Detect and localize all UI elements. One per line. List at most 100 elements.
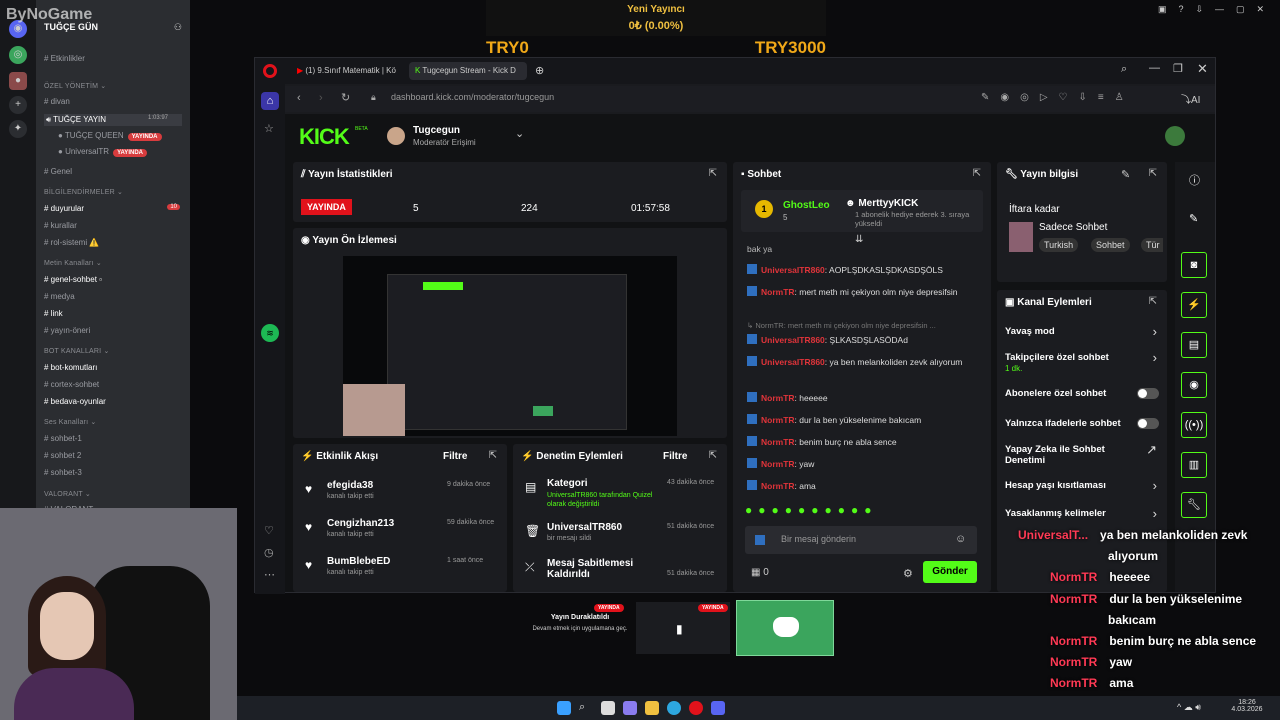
forward-icon[interactable]: ›	[319, 92, 323, 104]
discord-taskbar-icon[interactable]	[711, 701, 725, 715]
bolt-button-icon[interactable]: ⚡	[1181, 292, 1207, 318]
reload-icon[interactable]: ↻	[341, 91, 350, 104]
add-member-icon[interactable]: ⚇	[174, 22, 182, 33]
channel-item[interactable]: # Etkinlikler	[44, 54, 85, 63]
category-header[interactable]: BOT KANALLARI ⌄	[44, 347, 110, 355]
heart-icon[interactable]: ♡	[264, 524, 274, 537]
popout-icon[interactable]: ⇱	[973, 168, 981, 179]
home-icon[interactable]: ⌂	[261, 92, 279, 110]
chevron-right-icon[interactable]: ›	[1153, 350, 1157, 365]
chevron-right-icon[interactable]: ›	[1153, 478, 1157, 493]
chrome-icon[interactable]	[689, 701, 703, 715]
chat-username[interactable]: UniversalTR860	[761, 357, 825, 367]
action-label[interactable]: Yavaş mod	[1005, 326, 1135, 337]
channel-item[interactable]: # duyurular	[44, 204, 84, 213]
moderation-filter[interactable]: Filtre	[663, 451, 687, 462]
popout-icon[interactable]: ⇱	[489, 450, 497, 461]
tab-kick[interactable]: K Tugcegun Stream - Kick D	[409, 62, 527, 80]
action-label[interactable]: Yalnızca ifadelerle sohbet	[1005, 418, 1135, 429]
channel-item[interactable]: 🔊︎ TUĞÇE YAYIN 1:03:97	[44, 114, 182, 126]
minimize-icon[interactable]: —	[1149, 62, 1160, 74]
add-server-icon[interactable]: +	[9, 96, 27, 114]
channel-item[interactable]: # rol-sistemi ⚠️	[44, 238, 99, 247]
voice-user[interactable]: ● TUĞÇE QUEEN YAYINDA	[58, 131, 162, 141]
toggle-switch[interactable]	[1137, 388, 1159, 399]
windows-start-icon[interactable]	[557, 701, 571, 715]
channel-item[interactable]: # divan	[44, 97, 70, 106]
pencil-icon[interactable]: ✎	[1189, 212, 1198, 225]
channel-item[interactable]: # yayın-öneri	[44, 326, 90, 335]
external-link-icon[interactable]: ↗	[1146, 442, 1157, 458]
channel-item[interactable]: # sohbet-3	[44, 468, 82, 477]
settings-icon[interactable]: ⚙	[903, 567, 913, 580]
channel-item[interactable]: # cortex-sohbet	[44, 380, 99, 389]
chat-input[interactable]: Bir mesaj gönderin ☺	[745, 526, 977, 554]
back-icon[interactable]: ‹	[297, 92, 301, 104]
more-icon[interactable]: ⋯	[264, 568, 275, 581]
toggle-switch[interactable]	[1137, 418, 1159, 429]
star-icon[interactable]: ☆	[264, 122, 274, 135]
action-label[interactable]: Takipçilere özel sohbet 1 dk.	[1005, 352, 1135, 374]
activity-filter[interactable]: Filtre	[443, 451, 467, 462]
send-button[interactable]: Gönder	[923, 561, 977, 583]
url-field[interactable]: dashboard.kick.com/moderator/tugcegun	[391, 92, 991, 106]
action-label[interactable]: Hesap yaşı kısıtlaması	[1005, 480, 1135, 491]
discover-icon[interactable]: ✦	[9, 120, 27, 138]
channel-item[interactable]: # Genel	[44, 167, 72, 176]
action-label[interactable]: Yapay Zeka ile Sohbet Denetimi	[1005, 444, 1135, 466]
action-label[interactable]: Abonelere özel sohbet	[1005, 388, 1135, 399]
channel-item[interactable]: # kurallar	[44, 221, 77, 230]
chat-username[interactable]: UniversalTR860	[761, 265, 825, 275]
spotify-icon[interactable]: ≋	[261, 324, 279, 342]
broadcast-button-icon[interactable]: ((•))	[1181, 412, 1207, 438]
close-icon[interactable]: ✕	[1197, 61, 1208, 77]
server-avatar-icon[interactable]: ●	[9, 72, 27, 90]
tray-icons[interactable]: ^ ☁ 🔊︎	[1177, 702, 1201, 713]
kick-logo[interactable]: KICK	[299, 124, 350, 150]
category-header[interactable]: Ses Kanalları ⌄	[44, 418, 96, 426]
clock[interactable]: 18:26 4.03.2026	[1227, 699, 1267, 713]
user-avatar[interactable]	[1165, 126, 1185, 146]
channel-item[interactable]: # bot-komutları	[44, 363, 97, 372]
chevron-down-icon[interactable]: ⌄	[515, 127, 524, 140]
chevron-right-icon[interactable]: ›	[1153, 324, 1157, 339]
ai-button[interactable]: ⤵AI	[1181, 91, 1200, 106]
chat-button-icon[interactable]: ◉	[1181, 372, 1207, 398]
info-icon[interactable]: ⓘ	[1189, 172, 1200, 188]
pinned-user[interactable]: GhostLeo	[783, 200, 830, 211]
voice-user[interactable]: ● UniversalTR YAYINDA	[58, 147, 147, 157]
emote-bar[interactable]: ●●●●●●●●●●	[745, 503, 981, 519]
opera-logo-icon[interactable]	[263, 64, 277, 78]
channel-item[interactable]: # medya	[44, 292, 75, 301]
task-view-icon[interactable]	[601, 701, 615, 715]
emoji-icon[interactable]: ☺	[955, 533, 966, 545]
camera-button-icon[interactable]: ◙	[1181, 252, 1207, 278]
popout-icon[interactable]: ⇱	[709, 168, 717, 179]
tab-math[interactable]: ▶ (1) 9.Sınıf Matematik | Kö	[291, 62, 405, 80]
channel-item[interactable]: # sohbet 2	[44, 451, 81, 460]
chat-username[interactable]: NormTR	[761, 481, 795, 491]
edge-icon[interactable]	[667, 701, 681, 715]
channel-name[interactable]: Tugcegun	[413, 125, 460, 136]
action-label[interactable]: Yasaklanmış kelimeler	[1005, 508, 1135, 519]
note-button-icon[interactable]: ▤	[1181, 332, 1207, 358]
layout-button-icon[interactable]: ▥	[1181, 452, 1207, 478]
edit-icon[interactable]: ✎	[1121, 168, 1130, 181]
category-header[interactable]: BİLGİLENDİRMELER ⌄	[44, 188, 123, 196]
category-header[interactable]: ÖZEL YÖNETİM ⌄	[44, 82, 106, 90]
taskbar-search-icon[interactable]: ⌕	[579, 701, 593, 715]
chat-username[interactable]: NormTR	[761, 459, 795, 469]
chevron-right-icon[interactable]: ›	[1153, 506, 1157, 521]
chat-username[interactable]: NormTR	[761, 415, 795, 425]
popout-icon[interactable]: ⇱	[709, 450, 717, 461]
search-icon[interactable]: ⌕	[1121, 63, 1127, 76]
history-icon[interactable]: ◷	[264, 546, 274, 559]
widget-icon[interactable]	[623, 701, 637, 715]
server-icon[interactable]: ◎	[9, 46, 27, 64]
channel-item[interactable]: # bedava-oyunlar	[44, 397, 106, 406]
channel-item[interactable]: # genel-sohbet ▫	[44, 275, 102, 284]
chat-username[interactable]: NormTR	[761, 393, 795, 403]
points-icon[interactable]: ▦ 0	[751, 567, 769, 578]
popout-icon[interactable]: ⇱	[1149, 168, 1157, 179]
chat-username[interactable]: UniversalTR860	[761, 335, 825, 345]
